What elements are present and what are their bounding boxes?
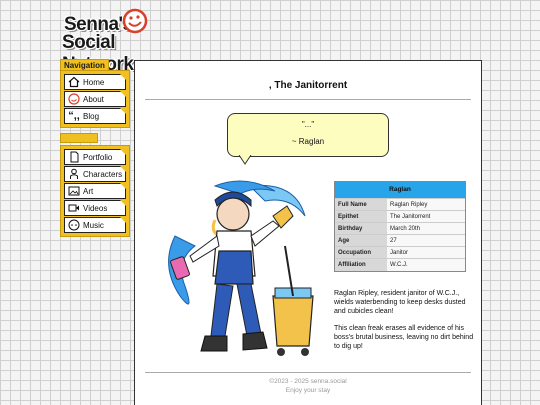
nav-label: Characters <box>83 169 123 179</box>
nav-item-portfolio[interactable]: Portfolio <box>64 149 126 165</box>
picture-icon <box>68 185 80 197</box>
quote-icon: “,, <box>68 110 80 122</box>
character-description: Raglan Ripley, resident janitor of W.C.J… <box>334 289 474 359</box>
nav-item-about[interactable]: About <box>64 91 126 107</box>
quote-bubble: "..." ~ Raglan <box>227 113 389 157</box>
infobox-key: Occupation <box>335 246 387 259</box>
description-paragraph: This clean freak erases all evidence of … <box>334 325 474 350</box>
page-title: , The Janitorrent <box>268 80 348 91</box>
infobox-row: Affiliation W.C.J. <box>335 258 465 271</box>
nav-item-home[interactable]: Home <box>64 74 126 90</box>
character-infobox: Raglan Full Name Raglan Ripley Epithet The… <box>334 181 466 272</box>
nav-label: Home <box>83 77 105 87</box>
infobox-row: Epithet The Janitorrent <box>335 210 465 223</box>
infobox-header: Raglan <box>335 182 465 198</box>
infobox-table: Full Name Raglan Ripley Epithet The Janito… <box>335 198 465 271</box>
character-illustration <box>168 180 314 356</box>
nav-divider-tab <box>60 133 98 143</box>
infobox-key: Age <box>335 234 387 247</box>
nav-item-music[interactable]: Music <box>64 217 126 233</box>
smiley-icon <box>68 93 80 105</box>
infobox-key: Epithet <box>335 210 387 223</box>
smiley-logo-icon <box>122 8 148 34</box>
nav-item-art[interactable]: Art <box>64 183 126 199</box>
title-divider <box>145 99 471 100</box>
infobox-value: 27 <box>387 234 465 247</box>
nav-item-blog[interactable]: “,, Blog <box>64 108 126 124</box>
person-icon <box>68 168 80 180</box>
nav-label: Videos <box>83 203 108 213</box>
home-icon <box>68 76 80 88</box>
footer: ©2023 - 2025 senna.social Enjoy your sta… <box>135 377 481 395</box>
infobox-key: Affiliation <box>335 258 387 271</box>
nav-panel-portfolio: Portfolio Characters Art Videos Music <box>60 145 130 237</box>
quote-text: "..." <box>301 120 315 129</box>
nav-label: Blog <box>83 111 100 121</box>
bubble-tail <box>239 155 252 165</box>
quote-attribution: ~ Raglan <box>291 137 325 146</box>
video-icon <box>68 202 80 214</box>
infobox-value: Raglan Ripley <box>387 198 465 211</box>
infobox-key: Birthday <box>335 222 387 235</box>
footer-tagline: Enjoy your stay <box>285 387 331 394</box>
description-paragraph: Raglan Ripley, resident janitor of W.C.J… <box>334 290 466 315</box>
music-icon <box>68 219 80 231</box>
footer-divider <box>145 372 471 373</box>
nav-label: Music <box>83 220 104 230</box>
infobox-value: March 20th <box>387 222 465 235</box>
infobox-row: Full Name Raglan Ripley <box>335 198 465 211</box>
footer-copyright: ©2023 - 2025 senna.social <box>269 378 347 385</box>
main-content: , The Janitorrent "..." ~ Raglan Raglan … <box>134 60 482 405</box>
infobox-row: Birthday March 20th <box>335 222 465 235</box>
infobox-row: Occupation Janitor <box>335 246 465 259</box>
nav-label: Portfolio <box>83 152 113 162</box>
nav-label: Art <box>83 186 94 196</box>
site-logo[interactable]: Senna's Social Network <box>62 8 182 75</box>
nav-panel-main: Home About “,, Blog <box>60 70 130 128</box>
infobox-value: Janitor <box>387 246 465 259</box>
nav-item-videos[interactable]: Videos <box>64 200 126 216</box>
nav-item-characters[interactable]: Characters <box>64 166 126 182</box>
document-icon <box>68 151 80 163</box>
nav-label: About <box>83 94 104 104</box>
infobox-value: The Janitorrent <box>387 210 465 223</box>
infobox-value: W.C.J. <box>387 258 465 271</box>
infobox-row: Age 27 <box>335 234 465 247</box>
infobox-key: Full Name <box>335 198 387 211</box>
